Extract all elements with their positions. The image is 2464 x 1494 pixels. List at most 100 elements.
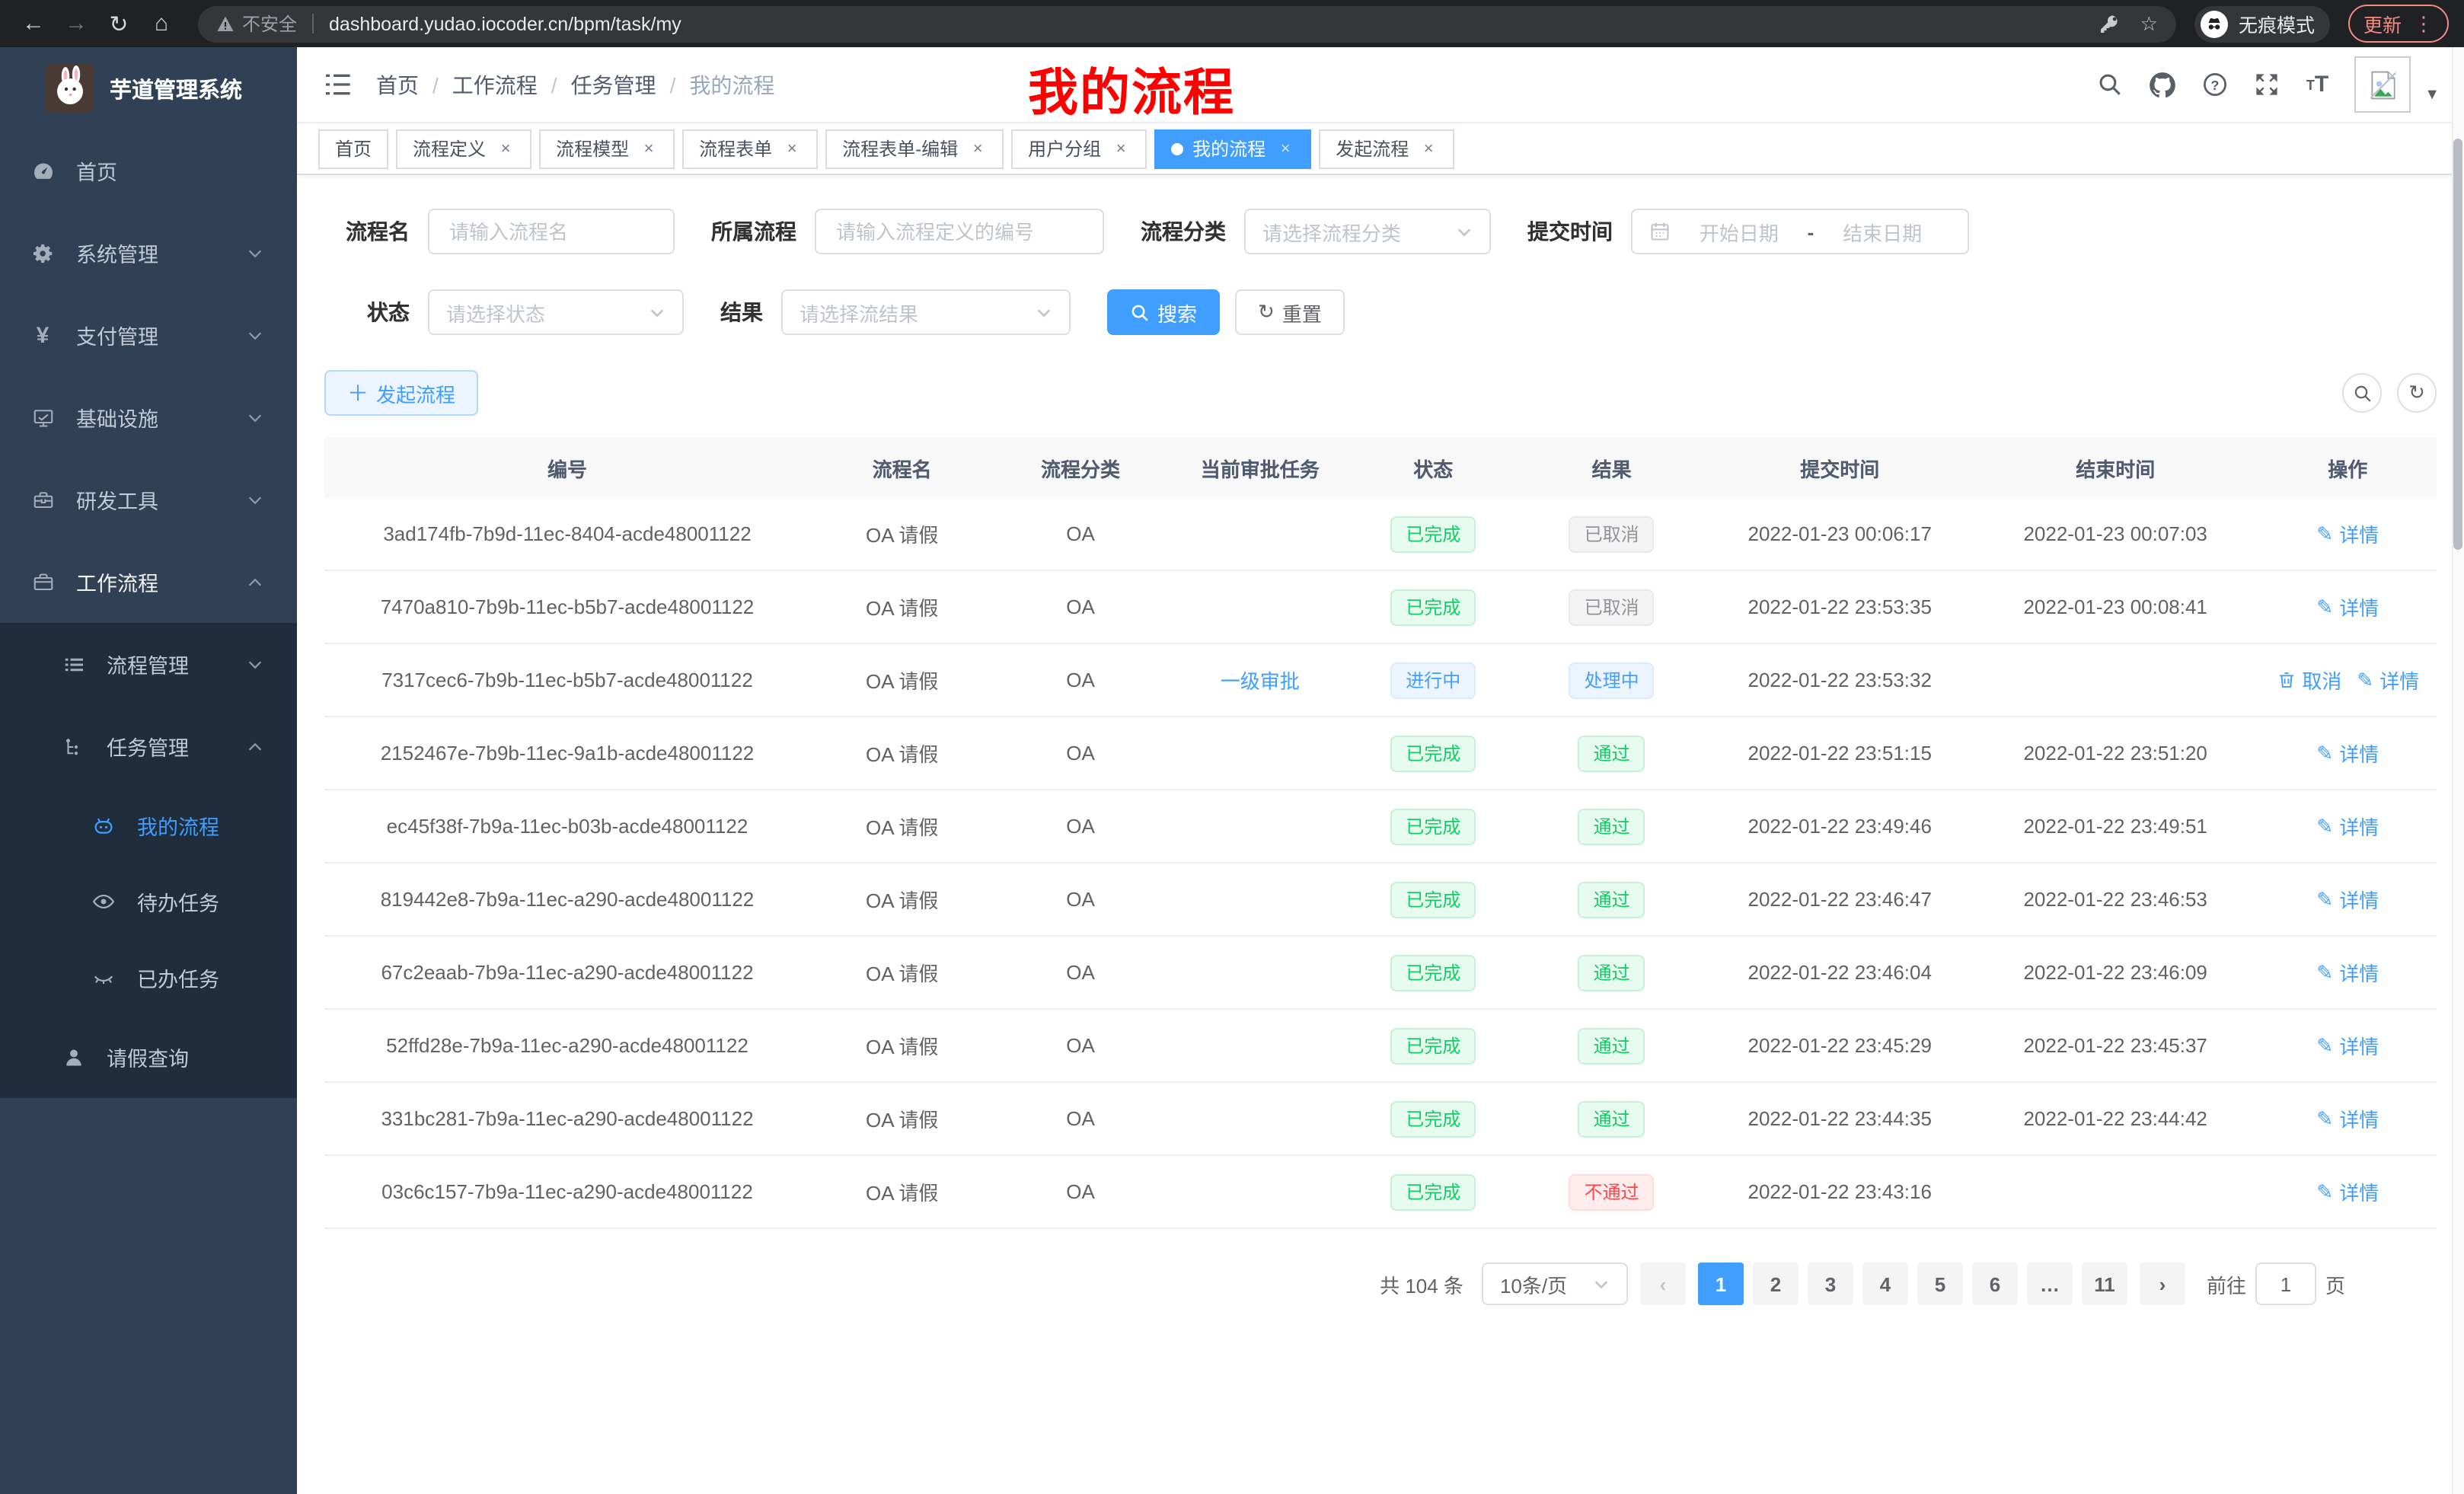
cell-result: 通过 (1514, 1100, 1710, 1137)
breadcrumb-item[interactable]: 任务管理 (571, 69, 656, 100)
cancel-link[interactable]: 取消 (2276, 666, 2341, 694)
sidebar-item-done-tasks[interactable]: 已办任务 (0, 940, 297, 1016)
result-select[interactable]: 请选择流结果 (781, 289, 1071, 335)
bookmark-star-icon[interactable]: ☆ (2140, 11, 2158, 36)
close-icon[interactable]: × (640, 139, 658, 158)
cell-end-time: 2022-01-22 23:49:51 (1970, 815, 2261, 838)
breadcrumb-item[interactable]: 首页 (376, 69, 419, 100)
close-icon[interactable]: × (1419, 139, 1438, 158)
status-select[interactable]: 请选择状态 (428, 289, 684, 335)
password-key-icon[interactable] (2099, 12, 2122, 35)
detail-link[interactable]: ✎详情 (2316, 519, 2379, 548)
cell-category: OA (994, 961, 1167, 984)
github-icon[interactable] (2150, 71, 2177, 98)
browser-reload-icon[interactable]: ↻ (101, 5, 137, 42)
page-button-2[interactable]: 2 (1753, 1263, 1799, 1305)
close-icon[interactable]: × (783, 139, 801, 158)
avatar[interactable] (2354, 56, 2411, 113)
page-button-3[interactable]: 3 (1808, 1263, 1853, 1305)
avatar-caret-icon[interactable]: ▼ (2424, 87, 2440, 104)
detail-link[interactable]: ✎详情 (2357, 666, 2419, 694)
browser-home-icon[interactable]: ⌂ (143, 5, 180, 42)
close-icon[interactable]: × (1276, 139, 1294, 158)
cell-category: OA (994, 888, 1167, 911)
process-name-input[interactable] (428, 209, 675, 254)
eye-icon (91, 889, 116, 914)
sidebar-item-label: 流程管理 (107, 649, 189, 679)
sidebar-item-task-mgmt[interactable]: 任务管理 (0, 705, 297, 787)
detail-link[interactable]: ✎详情 (2316, 1177, 2379, 1206)
category-select[interactable]: 请选择流程分类 (1244, 209, 1491, 254)
create-process-button[interactable]: ＋ 发起流程 (324, 370, 478, 416)
detail-link[interactable]: ✎详情 (2316, 812, 2379, 841)
page-button-6[interactable]: 6 (1972, 1263, 2018, 1305)
reset-button[interactable]: ↻ 重置 (1235, 289, 1345, 335)
detail-link[interactable]: ✎详情 (2316, 958, 2379, 987)
detail-link[interactable]: ✎详情 (2316, 592, 2379, 621)
browser-update-button[interactable]: 更新 ⋮ (2348, 5, 2449, 43)
tab-home[interactable]: 首页 (318, 129, 388, 168)
sidebar-item-todo-tasks[interactable]: 待办任务 (0, 864, 297, 940)
show-search-toggle-button[interactable] (2342, 373, 2382, 413)
tab-process-form[interactable]: 流程表单× (682, 129, 818, 168)
process-definition-input[interactable] (815, 209, 1104, 254)
status-badge: 已完成 (1390, 1100, 1476, 1137)
browser-forward-icon[interactable]: → (58, 5, 94, 42)
sidebar-item-infrastructure[interactable]: 基础设施 (0, 376, 297, 458)
detail-link[interactable]: ✎详情 (2316, 1104, 2379, 1133)
close-icon[interactable]: × (496, 139, 515, 158)
tab-my-process[interactable]: 我的流程× (1154, 129, 1311, 168)
fullscreen-icon[interactable] (2255, 72, 2280, 97)
breadcrumb-item[interactable]: 工作流程 (452, 69, 538, 100)
cell-status: 已完成 (1353, 735, 1514, 771)
next-page-button[interactable]: › (2140, 1263, 2185, 1305)
sidebar-item-home[interactable]: 首页 (0, 129, 297, 212)
column-header: 结束时间 (1970, 453, 2261, 482)
page-more-button[interactable]: … (2027, 1263, 2073, 1305)
sidebar-item-workflow[interactable]: 工作流程 (0, 541, 297, 623)
submit-time-range-picker[interactable]: 开始日期 - 结束日期 (1631, 209, 1969, 254)
tab-process-model[interactable]: 流程模型× (539, 129, 675, 168)
tab-process-form-edit[interactable]: 流程表单-编辑× (825, 129, 1004, 168)
browser-menu-icon[interactable]: ⋮ (2414, 11, 2434, 36)
page-size-select[interactable]: 10条/页 (1482, 1263, 1628, 1305)
table-row: 7470a810-7b9b-11ec-b5b7-acde48001122OA 请… (324, 571, 2437, 644)
detail-link[interactable]: ✎详情 (2316, 885, 2379, 914)
sidebar-item-system[interactable]: 系统管理 (0, 212, 297, 294)
prev-page-button[interactable]: ‹ (1640, 1263, 1686, 1305)
goto-page-input[interactable] (2255, 1263, 2316, 1305)
cell-category: OA (994, 595, 1167, 618)
scrollbar-thumb[interactable] (2453, 139, 2462, 550)
close-icon[interactable]: × (1112, 139, 1130, 158)
page-button-11[interactable]: 11 (2082, 1263, 2127, 1305)
sidebar-item-leave-query[interactable]: 请假查询 (0, 1016, 297, 1098)
page-button-4[interactable]: 4 (1862, 1263, 1908, 1305)
sidebar-collapse-icon[interactable] (321, 69, 352, 100)
sidebar-item-process-mgmt[interactable]: 流程管理 (0, 623, 297, 705)
tab-user-group[interactable]: 用户分组× (1011, 129, 1147, 168)
search-button[interactable]: 搜索 (1107, 289, 1220, 335)
address-bar[interactable]: 不安全 dashboard.yudao.iocoder.cn/bpm/task/… (198, 5, 2176, 42)
refresh-table-button[interactable]: ↻ (2397, 373, 2437, 413)
page-button-5[interactable]: 5 (1917, 1263, 1963, 1305)
app-logo-row[interactable]: 芋道管理系统 (0, 47, 297, 129)
window-scrollbar[interactable] (2452, 47, 2464, 1494)
detail-link[interactable]: ✎详情 (2316, 1031, 2379, 1060)
sidebar-item-devtools[interactable]: 研发工具 (0, 458, 297, 541)
sidebar-item-my-process[interactable]: 我的流程 (0, 787, 297, 864)
browser-back-icon[interactable]: ← (15, 5, 52, 42)
detail-link[interactable]: ✎详情 (2316, 739, 2379, 768)
table-body: 3ad174fb-7b9d-11ec-8404-acde48001122OA 请… (324, 498, 2437, 1229)
header-search-icon[interactable] (2098, 72, 2124, 97)
help-icon[interactable]: ? (2203, 72, 2229, 97)
tab-process-definition[interactable]: 流程定义× (396, 129, 531, 168)
font-size-icon[interactable]: TT (2306, 72, 2328, 97)
sidebar-item-payment[interactable]: ¥支付管理 (0, 294, 297, 376)
cell-status: 已完成 (1353, 881, 1514, 918)
not-secure-label[interactable]: 不安全 (216, 11, 297, 37)
cell-id: 52ffd28e-7b9a-11ec-a290-acde48001122 (324, 1034, 810, 1057)
task-link[interactable]: 一级审批 (1221, 666, 1300, 694)
close-icon[interactable]: × (969, 139, 987, 158)
tab-create-process[interactable]: 发起流程× (1319, 129, 1454, 168)
page-button-1[interactable]: 1 (1698, 1263, 1744, 1305)
